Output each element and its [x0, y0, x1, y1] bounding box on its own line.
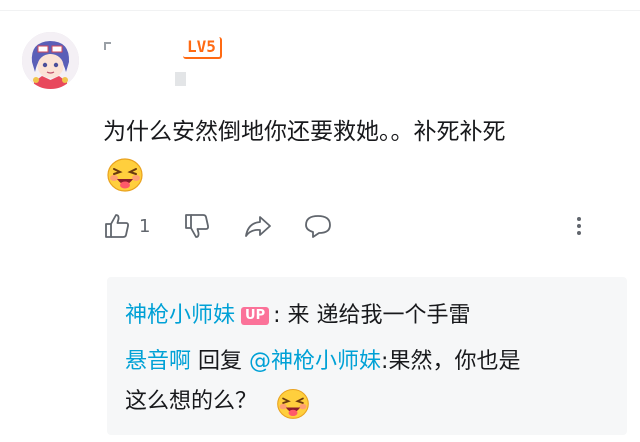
reply-text: 这么想的么？: [125, 389, 258, 414]
reply-section: 神枪小师妹 UP: 来 递给我一个手雷 悬音啊 回复 @神枪小师妹:果然，你也是 …: [107, 277, 627, 435]
top-divider: [0, 10, 640, 11]
share-button[interactable]: [243, 208, 273, 244]
comment-text: 为什么安然倒地你还要救她。。补死补死: [103, 119, 506, 145]
reply-item: 神枪小师妹 UP: 来 递给我一个手雷: [125, 301, 471, 331]
laughing-tongue-emoji-icon: [105, 154, 145, 194]
like-count: 1: [139, 215, 151, 237]
level-badge: LV5: [183, 37, 222, 59]
up-badge: UP: [241, 307, 270, 325]
comment-button[interactable]: [303, 208, 333, 244]
comment-actions: 1: [103, 208, 603, 244]
dislike-button[interactable]: [183, 208, 211, 244]
thumbs-up-icon: [103, 212, 131, 240]
placeholder-square: [175, 72, 186, 86]
reply-username[interactable]: 神枪小师妹: [125, 303, 235, 328]
reply-text-continuation: 这么想的么？: [125, 387, 257, 417]
more-button[interactable]: [573, 208, 585, 244]
like-button[interactable]: 1: [103, 208, 150, 244]
reply-item: 悬音啊 回复 @神枪小师妹:果然，你也是: [125, 347, 520, 377]
reply-username[interactable]: 悬音啊: [125, 349, 191, 374]
avatar[interactable]: [22, 32, 79, 89]
reply-text: : 来 递给我一个手雷: [273, 303, 471, 328]
more-vertical-icon: [573, 212, 585, 240]
reply-text: :果然，你也是: [381, 349, 521, 374]
username-fragment[interactable]: [103, 37, 113, 50]
reply-mention[interactable]: @神枪小师妹: [249, 349, 381, 374]
share-icon: [243, 212, 273, 240]
reply-word: 回复: [198, 349, 243, 374]
thumbs-down-icon: [183, 212, 211, 240]
comment-icon: [303, 212, 333, 240]
laughing-tongue-emoji-icon: [275, 385, 311, 421]
